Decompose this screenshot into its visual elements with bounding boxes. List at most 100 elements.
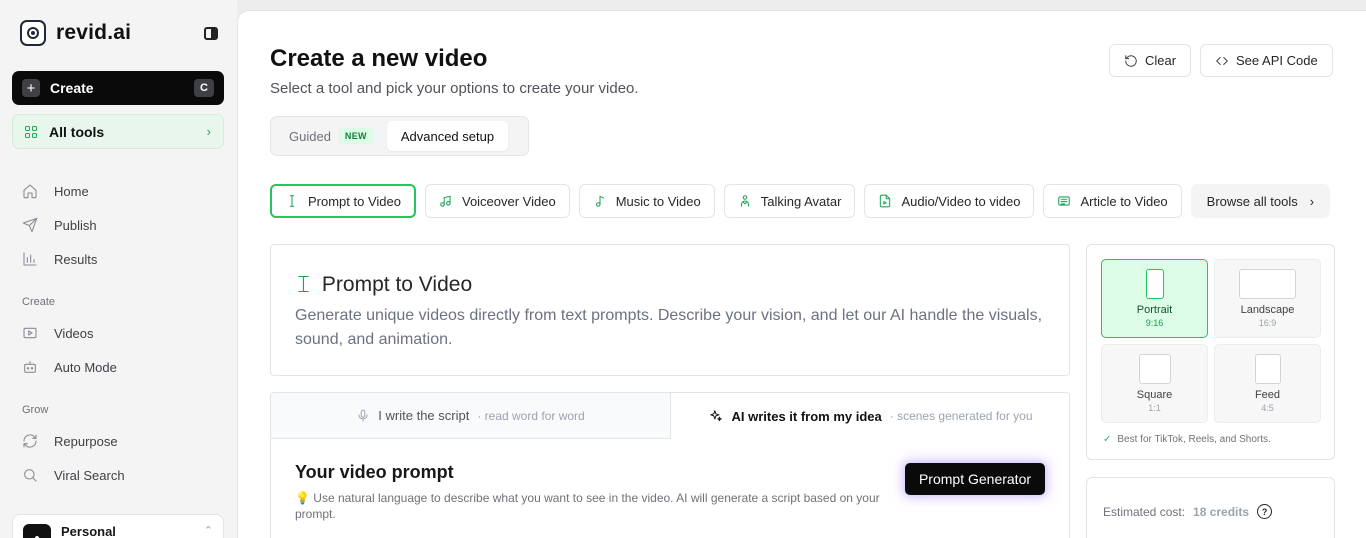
profile-name: Personal	[61, 524, 116, 538]
sidebar-item-label: Auto Mode	[54, 359, 117, 375]
home-icon	[22, 183, 38, 199]
music-note-icon	[595, 195, 604, 207]
sidebar-item-viral-search[interactable]: Viral Search	[22, 463, 222, 487]
new-badge: NEW	[338, 128, 373, 144]
all-tools-label: All tools	[49, 123, 105, 140]
tool-label: Article to Video	[1080, 193, 1168, 209]
clear-button[interactable]: Clear	[1109, 44, 1192, 77]
tool-talking-avatar[interactable]: Talking Avatar	[723, 184, 856, 218]
aspect-ratio: 4:5	[1261, 403, 1274, 413]
tab-write-script[interactable]: I write the script · read word for word	[271, 393, 671, 439]
tab-ai-hint: · scenes generated for you	[889, 409, 1033, 423]
profile-switcher[interactable]: ● Personal ⌃	[12, 514, 224, 538]
tool-prompt-to-video[interactable]: Prompt to Video	[270, 184, 416, 218]
tab-advanced-label: Advanced setup	[400, 128, 495, 144]
mode-switch: Guided NEW Advanced setup	[270, 116, 529, 156]
app-name: revid.ai	[56, 21, 132, 44]
page-title: Create a new video	[270, 45, 488, 72]
prompt-generator-button[interactable]: Prompt Generator	[905, 463, 1045, 495]
tool-voiceover-video[interactable]: Voiceover Video	[424, 184, 570, 218]
square-shape-icon	[1138, 354, 1171, 384]
search-icon	[22, 467, 38, 483]
page-subtitle: Select a tool and pick your options to c…	[270, 80, 639, 97]
api-label: See API Code	[1236, 53, 1318, 68]
aspect-ratio: 16:9	[1258, 318, 1277, 328]
tool-label: Talking Avatar	[760, 193, 842, 209]
sidebar-item-videos[interactable]: Videos	[22, 321, 222, 345]
create-shortcut: C	[194, 79, 214, 97]
sidebar-item-results[interactable]: Results	[22, 247, 222, 271]
aspect-ratio: 9:16	[1145, 318, 1164, 328]
grid-icon	[25, 125, 37, 138]
aspect-ratio-card: Portrait 9:16 Landscape 16:9 Square 1:1 …	[1086, 244, 1335, 460]
tool-music-to-video[interactable]: Music to Video	[578, 184, 715, 218]
aspect-ratio: 1:1	[1148, 403, 1161, 413]
browse-all-tools-button[interactable]: Browse all tools ›	[1190, 184, 1331, 218]
logo-icon	[20, 20, 46, 46]
chevron-right-icon: ›	[206, 124, 211, 139]
prompt-title: Your video prompt	[295, 462, 454, 482]
tab-write-label: I write the script	[378, 408, 470, 423]
send-icon	[22, 217, 38, 233]
aspect-option-square[interactable]: Square 1:1	[1101, 344, 1208, 423]
feed-shape-icon	[1254, 354, 1281, 384]
clear-label: Clear	[1145, 53, 1177, 68]
sidebar-item-home[interactable]: Home	[22, 179, 222, 203]
tool-audio-video-to-video[interactable]: Audio/Video to video	[864, 184, 1035, 218]
bar-chart-icon	[22, 251, 38, 267]
all-tools-button[interactable]: All tools ›	[12, 114, 224, 149]
tool-heading: 𝙸 Prompt to Video	[295, 271, 472, 299]
aspect-option-portrait[interactable]: Portrait 9:16	[1101, 259, 1208, 338]
see-api-code-button[interactable]: See API Code	[1200, 44, 1333, 77]
aspect-option-feed[interactable]: Feed 4:5	[1214, 344, 1321, 423]
sidebar-item-label: Viral Search	[54, 467, 125, 483]
cost-label: Estimated cost:	[1103, 504, 1186, 519]
aspect-label: Portrait	[1136, 304, 1173, 316]
code-icon	[1216, 56, 1228, 65]
tab-ai-writes[interactable]: AI writes it from my idea · scenes gener…	[671, 393, 1069, 439]
aspect-note-text: Best for TikTok, Reels, and Shorts.	[1117, 434, 1271, 445]
aspect-label: Feed	[1254, 389, 1281, 401]
sidebar-toggle-icon[interactable]	[204, 27, 218, 40]
microphone-icon	[358, 409, 368, 422]
sidebar-item-label: Results	[54, 251, 98, 267]
sidebar-item-repurpose[interactable]: Repurpose	[22, 429, 222, 453]
aspect-label: Square	[1136, 389, 1173, 401]
cost-card: Estimated cost: 18 credits ?	[1086, 477, 1335, 538]
prompt-hint: 💡 Use natural language to describe what …	[295, 491, 880, 521]
sidebar-item-auto-mode[interactable]: Auto Mode	[22, 355, 222, 379]
sidebar-item-publish[interactable]: Publish	[22, 213, 222, 237]
section-label-create: Create	[22, 296, 56, 308]
avatar-icon	[740, 195, 749, 207]
tool-description-card: 𝙸 Prompt to Video Generate unique videos…	[270, 244, 1070, 376]
landscape-shape-icon	[1239, 269, 1296, 299]
chevron-up-icon: ⌃	[203, 525, 213, 537]
robot-icon	[22, 359, 38, 375]
tool-article-to-video[interactable]: Article to Video	[1043, 184, 1182, 218]
tab-write-hint: · read word for word	[477, 408, 585, 423]
logo[interactable]: revid.ai	[20, 20, 131, 46]
main-panel: Create a new video Select a tool and pic…	[237, 10, 1366, 538]
tab-advanced-setup[interactable]: Advanced setup	[386, 121, 509, 151]
sparkles-icon	[710, 410, 723, 422]
portrait-shape-icon	[1145, 269, 1164, 299]
check-icon: ✓	[1103, 434, 1112, 445]
sidebar-item-label: Repurpose	[54, 433, 118, 449]
tool-label: Prompt to Video	[308, 193, 401, 209]
sidebar-item-label: Publish	[54, 217, 97, 233]
tool-title: Prompt to Video	[321, 273, 473, 296]
create-label: Create	[50, 80, 94, 96]
tool-selector: Prompt to Video Voiceover Video Music to…	[270, 184, 1331, 218]
aspect-option-landscape[interactable]: Landscape 16:9	[1214, 259, 1321, 338]
refresh-icon	[22, 433, 38, 449]
undo-icon	[1125, 54, 1137, 67]
create-button[interactable]: + Create C	[12, 71, 224, 105]
aspect-label: Landscape	[1240, 304, 1295, 316]
avatar: ●	[23, 524, 51, 538]
cost-value: 18 credits	[1193, 504, 1250, 519]
aspect-note: ✓ Best for TikTok, Reels, and Shorts.	[1103, 434, 1271, 445]
tab-guided[interactable]: Guided NEW	[275, 121, 387, 151]
text-cursor-icon	[289, 195, 295, 207]
text-cursor-icon: 𝙸	[295, 271, 312, 298]
help-icon[interactable]: ?	[1257, 504, 1273, 519]
